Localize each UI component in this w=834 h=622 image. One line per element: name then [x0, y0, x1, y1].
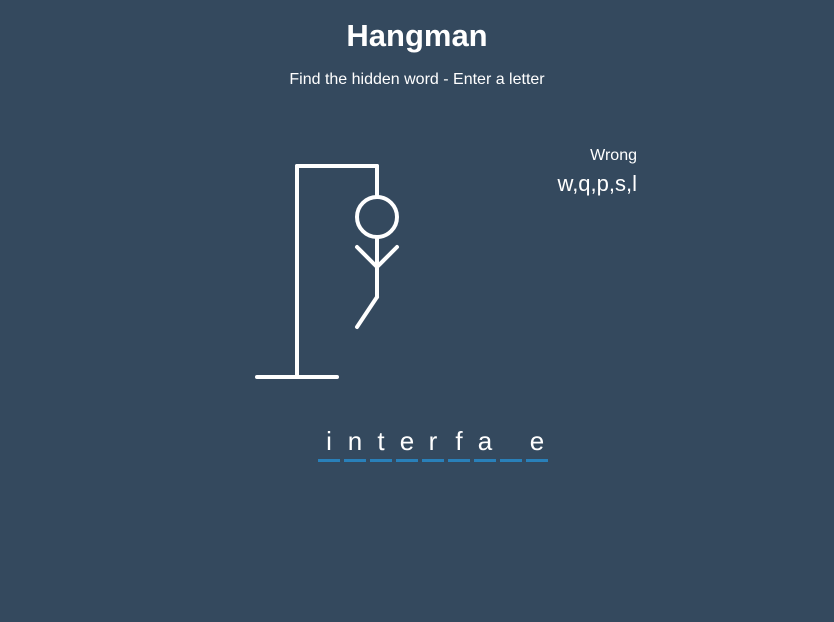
hangman-left-leg	[355, 295, 379, 329]
letter-slot	[500, 424, 522, 462]
letter-slot: n	[344, 424, 366, 462]
wrong-label: Wrong	[590, 147, 637, 164]
letter-slot: f	[448, 424, 470, 462]
hidden-word: i n t e r f a e	[318, 424, 548, 462]
wrong-letters-panel: Wrong w,q,p,s,l	[558, 146, 637, 198]
letter-slot: r	[422, 424, 444, 462]
hangman-figure	[255, 164, 399, 379]
hangman-head	[355, 195, 399, 239]
hangman-right-arm	[375, 245, 399, 269]
letter-slot: a	[474, 424, 496, 462]
letter-slot: t	[370, 424, 392, 462]
letter-slot: i	[318, 424, 340, 462]
wrong-letters: w,q,p,s,l	[557, 171, 637, 196]
letter-slot: e	[396, 424, 418, 462]
letter-slot: e	[526, 424, 548, 462]
hangman-left-arm	[355, 245, 379, 269]
